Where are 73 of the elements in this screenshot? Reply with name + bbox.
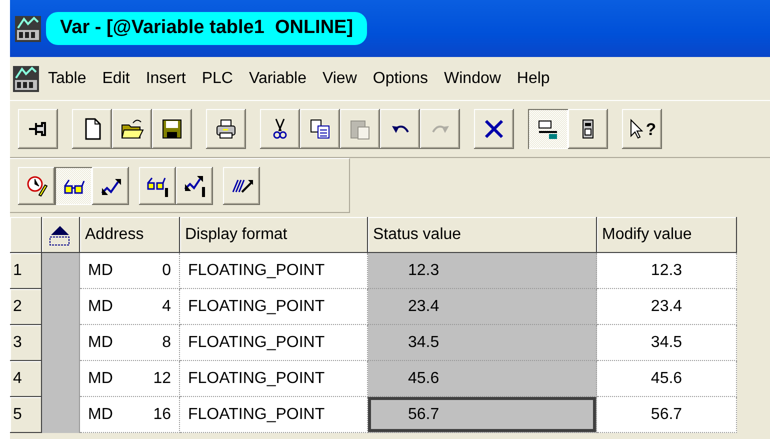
address-offset: 4: [162, 296, 171, 316]
question-mark: ?: [646, 120, 656, 138]
toolbar-button[interactable]: [260, 109, 300, 149]
address-area: MD: [88, 402, 113, 426]
column-header[interactable]: Status value: [368, 217, 597, 253]
status-value-cell[interactable]: 34.5: [368, 325, 597, 361]
toolbar-button[interactable]: [55, 166, 92, 204]
column-header[interactable]: Display format: [180, 217, 368, 253]
address-offset: 8: [162, 332, 171, 352]
modify-value-cell[interactable]: 34.5: [597, 325, 737, 361]
address-area: MD: [88, 294, 113, 318]
toolbar-button[interactable]: [176, 166, 213, 204]
modify-value-cell[interactable]: 45.6: [597, 361, 737, 397]
row-number[interactable]: 2: [10, 289, 42, 325]
table-cell: FLOATING_POINT: [180, 325, 368, 361]
address-area: MD: [88, 366, 113, 390]
toolbar-button[interactable]: ?: [622, 109, 662, 149]
table-cell: FLOATING_POINT: [180, 253, 368, 289]
address-offset: 16: [153, 404, 171, 424]
toolbar-button[interactable]: [206, 109, 246, 149]
modify-value-cell[interactable]: 56.7: [597, 397, 737, 433]
menu-item[interactable]: Insert: [138, 64, 194, 92]
menu-item[interactable]: Edit: [94, 64, 138, 92]
app-menu-icon[interactable]: [12, 64, 40, 92]
toolbar-button[interactable]: [92, 166, 129, 204]
address-offset: 12: [153, 368, 171, 388]
menu-item[interactable]: Table: [40, 64, 94, 92]
menu-item[interactable]: Options: [364, 64, 436, 92]
toolbar-button[interactable]: [223, 166, 260, 204]
row-number[interactable]: 3: [10, 325, 42, 361]
status-value-cell[interactable]: 23.4: [368, 289, 597, 325]
clock-pencil-icon: [24, 174, 48, 198]
address-area: MD: [88, 330, 113, 354]
address-area: MD: [88, 258, 113, 282]
toolbar-button[interactable]: [139, 166, 176, 204]
menu-item[interactable]: PLC: [194, 64, 241, 92]
toolbar-button[interactable]: [112, 109, 152, 149]
toolbar-button[interactable]: [568, 109, 608, 149]
toolbar-button[interactable]: [380, 109, 420, 149]
toolbar-button[interactable]: [18, 109, 58, 149]
open-folder-icon: [120, 117, 144, 141]
copy-icon: [308, 117, 332, 141]
toolbar-button[interactable]: [18, 166, 55, 204]
row-number[interactable]: 5: [10, 397, 42, 433]
column-header[interactable]: Modify value: [597, 217, 737, 253]
toolbar-button[interactable]: [474, 109, 514, 149]
modify-value-cell[interactable]: 23.4: [597, 289, 737, 325]
delete-x-icon: [482, 117, 506, 141]
toolbar-button[interactable]: [528, 109, 568, 149]
menu-item[interactable]: View: [314, 64, 365, 92]
window-title: Var - [@Variable table1 ONLINE]: [46, 12, 368, 45]
undo-arrow-icon: [392, 124, 408, 134]
app-icon: [14, 14, 42, 42]
toolbar-button[interactable]: [72, 109, 112, 149]
status-value-cell[interactable]: 45.6: [368, 361, 597, 397]
row-number[interactable]: 1: [10, 253, 42, 289]
table-cell: FLOATING_POINT: [180, 397, 368, 433]
toolbar-button[interactable]: [300, 109, 340, 149]
status-value-cell[interactable]: 12.3: [368, 253, 597, 289]
redo-arrow-icon: [432, 124, 448, 134]
status-value-cell[interactable]: 56.7: [368, 397, 597, 433]
printer-icon: [214, 117, 238, 141]
menu-item[interactable]: Variable: [240, 64, 314, 92]
column-header[interactable]: Address: [80, 217, 180, 253]
zigzag-arrows-bar-icon: [182, 174, 206, 198]
modify-value-cell[interactable]: 12.3: [597, 253, 737, 289]
toolbar-button[interactable]: [152, 109, 192, 149]
menu-item[interactable]: Window: [436, 64, 509, 92]
address-offset: 0: [162, 260, 171, 280]
row-number[interactable]: 4: [10, 361, 42, 397]
table-cell: FLOATING_POINT: [180, 289, 368, 325]
menu-item[interactable]: Help: [508, 64, 558, 92]
table-cell: FLOATING_POINT: [180, 361, 368, 397]
